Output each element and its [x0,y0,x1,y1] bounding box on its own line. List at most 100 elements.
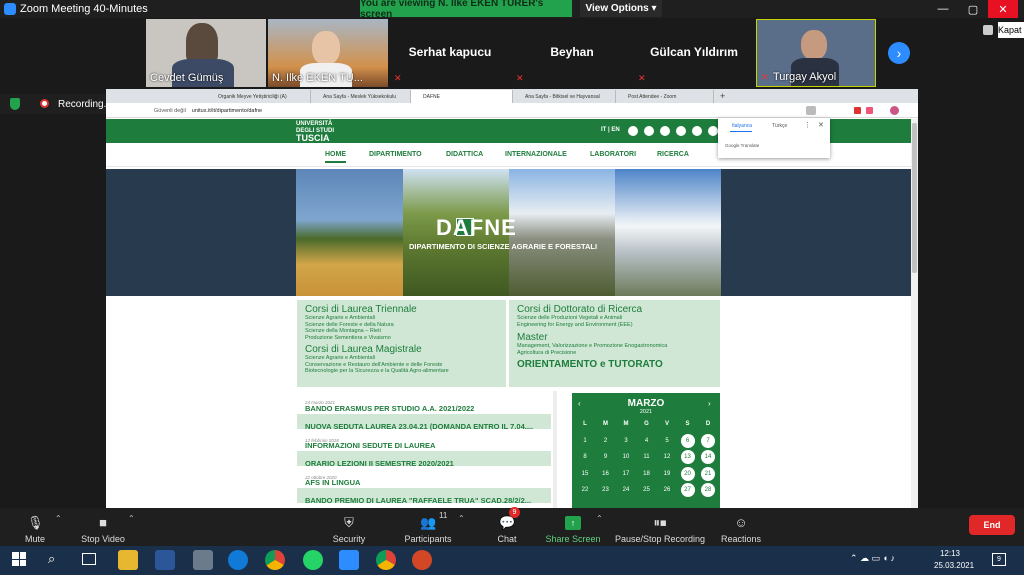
chevron-up-icon[interactable]: ⌃ [596,514,603,523]
powerpoint-icon[interactable] [412,550,432,570]
course-link[interactable]: Produzione Sementiera e Vivaismo [305,335,498,342]
edge-icon[interactable] [228,550,248,570]
calendar-day[interactable]: 4 [640,434,654,448]
calendar-day[interactable]: 14 [701,450,715,464]
file-explorer-icon[interactable] [118,550,138,570]
nav-internazionale[interactable]: INTERNAZIONALE [505,151,567,158]
news-item[interactable]: ORARIO LEZIONI II SEMESTRE 2020/2021 [297,451,551,468]
calendar-day[interactable]: 28 [701,483,715,497]
news-scrollbar[interactable] [553,391,557,508]
calendar-day[interactable]: 8 [578,450,592,464]
word-icon[interactable] [155,550,175,570]
calendar-day[interactable]: 19 [660,467,674,481]
calendar-day[interactable]: 23 [599,483,613,497]
calendar-day[interactable]: 11 [640,450,654,464]
browser-tab[interactable]: Ana Sayfa - Bitkisel ve Hayvansal [513,90,616,103]
calendar-day[interactable]: 18 [640,467,654,481]
zoom-icon[interactable] [339,550,359,570]
minimize-button[interactable]: — [928,0,958,18]
instagram-icon[interactable] [660,126,670,136]
magistrale-title[interactable]: Corsi di Laurea Magistrale [305,344,498,355]
flickr-icon[interactable] [644,126,654,136]
participant-tile[interactable]: Serhat kapucu ✕ [390,19,510,87]
calendar-day[interactable]: 27 [680,483,695,497]
nav-ricerca[interactable]: RICERCA [657,151,689,158]
close-window-button[interactable]: ✕ [988,0,1018,18]
browser-tab[interactable]: Organik Meyve Yetiştiriciliği (A) [206,90,311,103]
chevron-up-icon[interactable]: ⌃ [458,514,465,523]
new-tab-button[interactable]: + [720,90,725,102]
calendar-day[interactable]: 25 [640,483,654,497]
calendar-day[interactable]: 12 [660,450,674,464]
facebook-icon[interactable] [628,126,638,136]
task-view-icon[interactable] [82,553,96,565]
notification-center-icon[interactable]: 9 [992,553,1006,566]
twitter-icon[interactable] [676,126,686,136]
linkedin-icon[interactable] [708,126,718,136]
view-options-button[interactable]: View Options ▾ [580,0,662,17]
news-item[interactable]: AFS IN LINGUA [297,470,551,487]
chat-button[interactable]: 💬 Chat [472,510,542,545]
news-item[interactable]: BANDO PREMIO DI LAUREA "RAFFAELE TRUA" S… [297,488,551,505]
system-tray-icons[interactable]: ⌃ ☁ ▭ ◖ ♪ [850,553,895,564]
calendar-day[interactable]: 20 [680,466,695,481]
news-item[interactable]: INFORMAZIONI SEDUTE DI LAUREA [297,433,551,450]
close-icon[interactable] [983,25,993,35]
url-field[interactable]: Güvenli değil unitus.it/it/dipartimento/… [154,106,262,116]
chrome-icon[interactable] [376,550,396,570]
search-icon[interactable]: ⌕ [48,551,55,567]
calculator-icon[interactable] [193,550,213,570]
chevron-up-icon[interactable]: ⌃ [55,514,62,523]
security-button[interactable]: ⛨ Security [314,510,384,545]
lang-en[interactable]: EN [611,127,619,133]
page-scrollbar[interactable] [911,119,918,508]
calendar-day[interactable]: 15 [578,467,592,481]
next-page-arrow-icon[interactable]: › [888,42,910,64]
translate-lang-source[interactable]: Italyanca [732,123,752,129]
calendar-day[interactable]: 10 [619,450,633,464]
scrollbar-thumb[interactable] [912,123,917,273]
nav-dipartimento[interactable]: DIPARTIMENTO [369,151,422,158]
calendar-day[interactable]: 21 [701,466,715,481]
orientamento-link[interactable]: ORIENTAMENTO e TUTORATO [517,359,712,370]
maximize-button[interactable]: ▢ [958,0,988,18]
calendar-day[interactable]: 16 [599,467,613,481]
chevron-up-icon[interactable]: ⌃ [128,514,135,523]
participant-tile[interactable]: Cevdet Gümüş [146,19,266,87]
master-title[interactable]: Master [517,332,712,343]
course-link[interactable]: Engineering for Energy and Environment (… [517,322,712,329]
calendar-day[interactable]: 26 [660,483,674,497]
browser-tab-active[interactable]: DAFNE [411,90,513,103]
extension-icon[interactable] [854,107,861,114]
lang-it[interactable]: IT [601,127,606,133]
chrome-icon[interactable] [265,550,285,570]
calendar-day[interactable]: 6 [680,433,695,448]
translate-lang-target[interactable]: Türkçe [772,123,787,129]
youtube-icon[interactable] [692,126,702,136]
calendar-day[interactable]: 24 [619,483,633,497]
profile-avatar[interactable] [890,106,899,115]
calendar-day[interactable]: 22 [578,483,592,497]
calendar-day[interactable]: 9 [599,450,613,464]
end-meeting-button[interactable]: End [969,515,1015,535]
nav-home[interactable]: HOME [325,151,346,163]
calendar-day[interactable]: 1 [578,434,592,448]
university-logo[interactable]: UNIVERSITÀ DEGLI STUDI TUSCIA [296,121,356,143]
participant-tile[interactable]: Beyhan ✕ [512,19,632,87]
calendar-day[interactable]: 3 [619,434,633,448]
browser-tab[interactable]: Ana Sayfa - Meslek Yüksekokulu [311,90,411,103]
taskbar-clock[interactable]: 12:13 25.03.2021 [934,548,974,572]
triennale-title[interactable]: Corsi di Laurea Triennale [305,304,498,315]
calendar-day[interactable]: 13 [680,450,695,464]
close-icon[interactable]: ✕ [818,121,824,129]
participant-tile[interactable]: Gülcan Yıldırım ✕ [634,19,754,87]
course-link[interactable]: Biotecnologie per la Sicurezza e la Qual… [305,368,498,375]
more-options-icon[interactable]: ⋮ [804,121,811,129]
whatsapp-icon[interactable] [303,550,323,570]
dottorato-title[interactable]: Corsi di Dottorato di Ricerca [517,304,712,315]
translate-icon[interactable] [806,106,816,115]
browser-tab[interactable]: Post Attendee - Zoom [616,90,714,103]
calendar-day[interactable]: 7 [701,433,715,448]
participants-button[interactable]: 👥 Participants [393,510,463,545]
news-item[interactable]: BANDO ERASMUS PER STUDIO A.A. 2021/2022 [297,396,551,413]
